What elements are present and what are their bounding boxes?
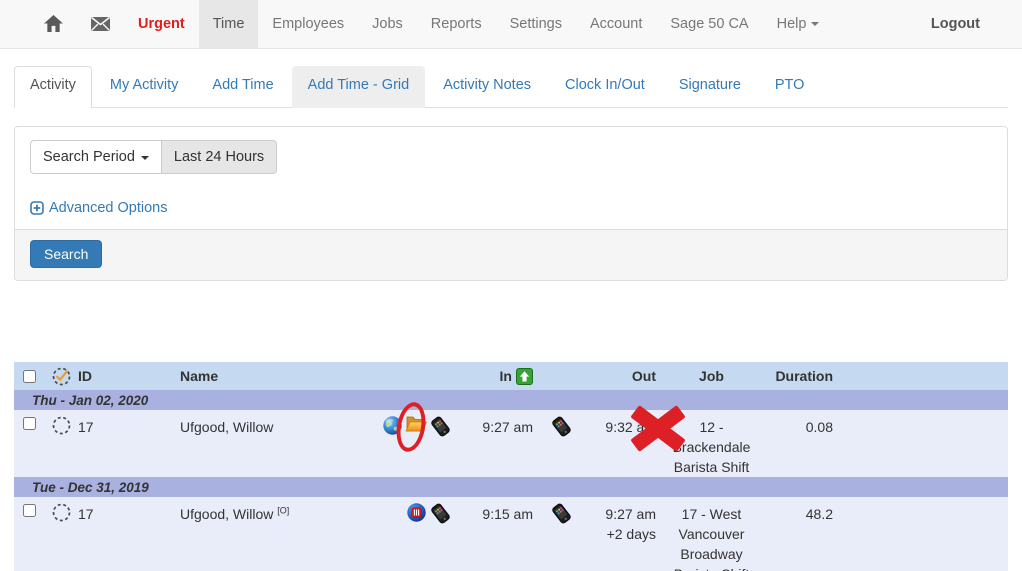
- header-id[interactable]: ID: [78, 368, 168, 384]
- cell-in-time: 9:27 am: [482, 419, 533, 435]
- row-select-cell: [14, 410, 44, 430]
- nav-item-reports[interactable]: Reports: [417, 0, 496, 48]
- select-all-cell: [14, 369, 44, 383]
- dashed-circle-icon: [52, 503, 70, 522]
- nav-item-urgent[interactable]: Urgent: [124, 0, 199, 48]
- cell-out-time: 9:27 am +2 days: [584, 497, 664, 544]
- nav-item-jobs[interactable]: Jobs: [358, 0, 417, 48]
- tab-add-time[interactable]: Add Time: [196, 66, 289, 108]
- header-duration[interactable]: Duration: [759, 368, 847, 384]
- select-all-checkbox[interactable]: [22, 369, 36, 383]
- cell-duration: 0.08: [805, 419, 833, 435]
- punch-row[interactable]: 17 Ufgood, Willow [O] 9:15 am 9:27 am +2…: [14, 497, 1008, 571]
- cell-in-source: [539, 497, 584, 525]
- header-name[interactable]: Name: [168, 368, 330, 384]
- top-navigation: Urgent Time Employees Jobs Reports Setti…: [0, 0, 1022, 49]
- tab-activity[interactable]: Activity: [14, 66, 92, 108]
- name-suffix-flag: [O]: [277, 505, 290, 516]
- advanced-options-toggle[interactable]: Advanced Options: [30, 198, 992, 218]
- tab-my-activity[interactable]: My Activity: [94, 66, 194, 108]
- search-button[interactable]: Search: [30, 240, 103, 268]
- caret-down-icon: [140, 156, 149, 160]
- caret-down-icon: [811, 22, 820, 26]
- dashed-circle-icon: [52, 416, 70, 435]
- cell-id: 17: [78, 506, 94, 522]
- mobile-phone-icon[interactable]: [429, 502, 452, 525]
- cell-in-source: [539, 410, 584, 438]
- sort-up-icon[interactable]: [516, 367, 533, 385]
- header-job[interactable]: Job: [664, 368, 759, 384]
- search-period-group: Search Period Last 24 Hours: [30, 140, 278, 174]
- header-in-label: In: [499, 368, 512, 384]
- help-label: Help: [776, 16, 807, 32]
- advanced-options-label: Advanced Options: [49, 200, 168, 216]
- search-panel-footer: Search: [15, 229, 1007, 280]
- tab-clock-in-out[interactable]: Clock In/Out: [549, 66, 661, 108]
- header-out[interactable]: Out: [584, 368, 664, 384]
- table-header-row: ID Name In Out Job Duration: [14, 362, 1008, 390]
- home-icon: [44, 15, 63, 33]
- search-panel-body: Search Period Last 24 Hours Advanced Opt…: [15, 127, 1007, 229]
- row-status-cell: [44, 497, 78, 523]
- mobile-phone-icon[interactable]: [550, 415, 573, 438]
- mail-icon: [91, 17, 110, 31]
- web-browser-icon[interactable]: [382, 415, 403, 436]
- cell-job: 12 - Brackendale Barista Shift: [672, 419, 751, 475]
- mobile-phone-icon[interactable]: [429, 415, 452, 438]
- plus-box-icon: [30, 201, 44, 215]
- search-period-value-button[interactable]: Last 24 Hours: [160, 140, 278, 174]
- nav-item-employees[interactable]: Employees: [258, 0, 358, 48]
- punch-results-table: ID Name In Out Job Duration Thu - Jan 02…: [14, 362, 1008, 571]
- cell-duration: 48.2: [805, 506, 833, 522]
- logout-button[interactable]: Logout: [917, 0, 994, 48]
- folder-icon[interactable]: [405, 415, 427, 434]
- mobile-phone-icon[interactable]: [550, 502, 573, 525]
- nav-item-account[interactable]: Account: [576, 0, 656, 48]
- tab-pto[interactable]: PTO: [759, 66, 821, 108]
- group-header-row: Tue - Dec 31, 2019: [14, 477, 1008, 497]
- out-time: 9:27 am: [605, 506, 656, 522]
- search-period-label: Search Period: [43, 149, 135, 165]
- nav-item-sage-50-ca[interactable]: Sage 50 CA: [656, 0, 762, 48]
- tab-activity-notes[interactable]: Activity Notes: [427, 66, 547, 108]
- nav-item-settings[interactable]: Settings: [496, 0, 576, 48]
- cell-name: Ufgood, Willow: [180, 419, 274, 435]
- employee-name: Ufgood, Willow: [180, 506, 274, 522]
- row-status-cell: [44, 410, 78, 436]
- row-checkbox[interactable]: [22, 417, 36, 430]
- cell-name: Ufgood, Willow [O]: [168, 497, 330, 524]
- header-status-cell[interactable]: [44, 366, 78, 387]
- messages-button[interactable]: [77, 0, 124, 48]
- cell-punch-icons: [330, 399, 686, 455]
- nav-item-time[interactable]: Time: [198, 0, 259, 48]
- header-in[interactable]: In: [464, 367, 539, 385]
- punch-row[interactable]: 17 Ufgood, Willow 9:27 am 9:32 am 12 - B…: [14, 399, 1008, 477]
- cell-in-time: 9:15 am: [482, 506, 533, 522]
- row-select-cell: [14, 497, 44, 517]
- tab-signature[interactable]: Signature: [663, 66, 757, 108]
- tab-add-time-grid[interactable]: Add Time - Grid: [291, 66, 426, 108]
- time-subtabs: Activity My Activity Add Time Add Time -…: [14, 66, 1008, 108]
- out-time-note: +2 days: [606, 526, 656, 542]
- group-header-row: Thu - Jan 02, 2020: [14, 390, 1008, 410]
- timeclock-icon[interactable]: [406, 502, 427, 523]
- row-checkbox[interactable]: [22, 504, 36, 517]
- cell-out-time: 9:32 am: [605, 419, 656, 435]
- clock-check-icon: [52, 367, 70, 385]
- cell-id: 17: [78, 419, 94, 435]
- cell-job: 17 - West Vancouver Broadway Barista Shi…: [674, 506, 749, 571]
- home-button[interactable]: [30, 0, 77, 48]
- nav-item-help[interactable]: Help: [763, 0, 834, 48]
- search-period-dropdown[interactable]: Search Period: [30, 140, 162, 174]
- cell-punch-icons: [330, 497, 464, 525]
- search-panel: Search Period Last 24 Hours Advanced Opt…: [14, 126, 1008, 281]
